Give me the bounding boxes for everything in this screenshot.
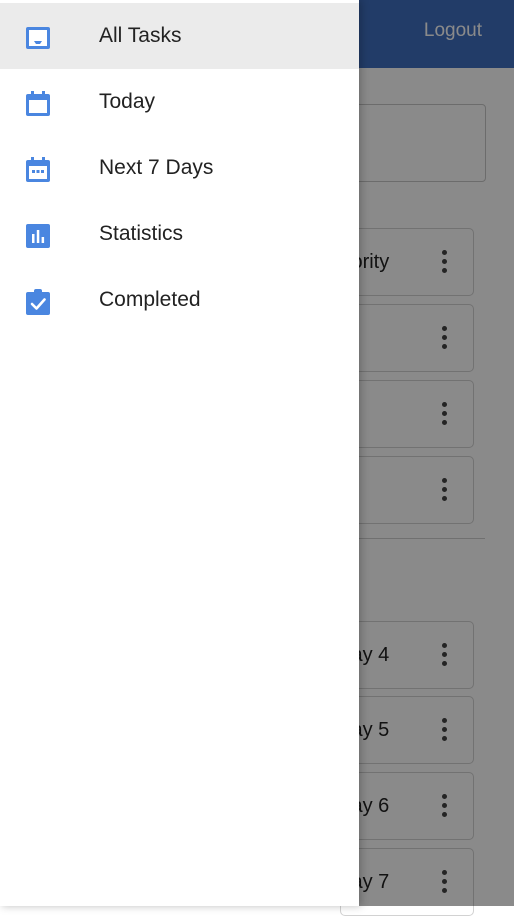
- calendar-today-icon: [24, 90, 52, 118]
- nav-item-completed[interactable]: Completed: [0, 267, 359, 333]
- nav-item-today[interactable]: Today: [0, 69, 359, 135]
- nav-item-label: Statistics: [99, 222, 184, 245]
- nav-item-next-7-days[interactable]: Next 7 Days: [0, 135, 359, 201]
- navigation-drawer: All Tasks Today Next 7 Days Statistics C…: [0, 0, 359, 906]
- nav-item-label: Today: [99, 90, 156, 113]
- clipboard-check-icon: [24, 288, 52, 316]
- nav-item-label: Next 7 Days: [99, 156, 214, 179]
- calendar-week-icon: [24, 156, 52, 184]
- nav-item-label: All Tasks: [99, 24, 182, 47]
- nav-item-label: Completed: [99, 288, 201, 311]
- bar-chart-icon: [24, 222, 52, 250]
- nav-item-all-tasks[interactable]: All Tasks: [0, 3, 359, 69]
- nav-item-statistics[interactable]: Statistics: [0, 201, 359, 267]
- inbox-icon: [24, 24, 52, 52]
